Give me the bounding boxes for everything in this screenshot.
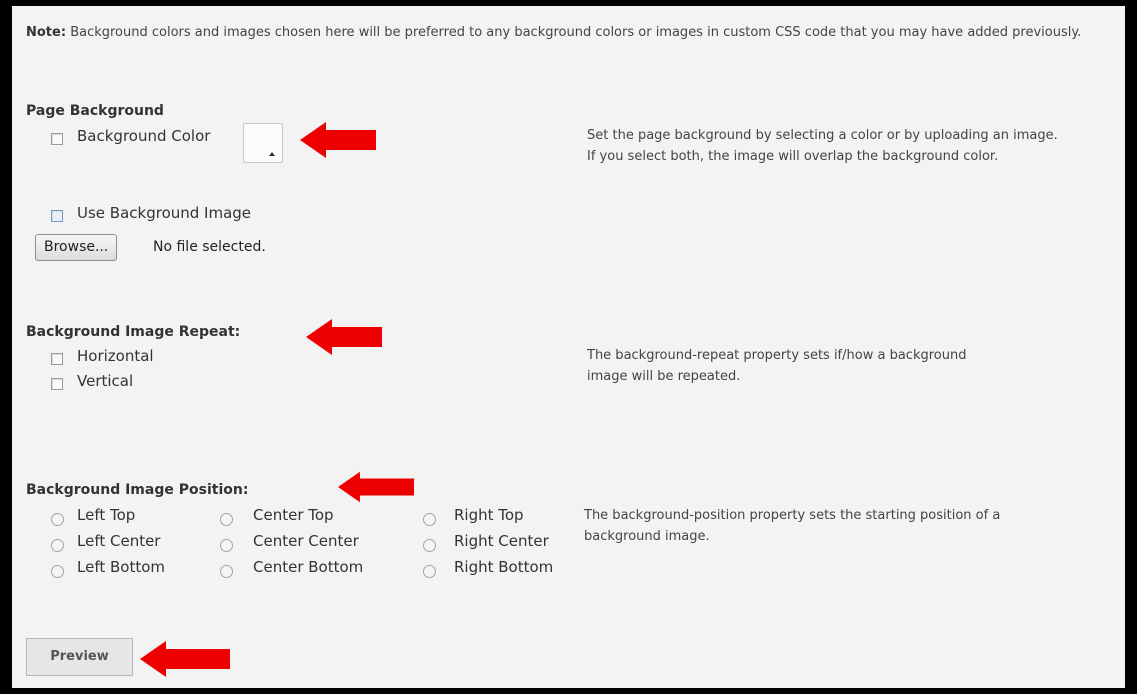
preview-button[interactable]: Preview xyxy=(26,638,133,676)
use-background-image-label: Use Background Image xyxy=(77,204,252,222)
position-right-center-label: Right Center xyxy=(454,532,549,550)
position-center-top-label: Center Top xyxy=(253,506,334,524)
position-left-top-radio[interactable] xyxy=(51,513,64,526)
page-background-heading: Page Background xyxy=(26,103,164,119)
red-arrow-icon xyxy=(338,471,414,503)
note-prefix: Note: xyxy=(26,25,67,40)
use-background-image-checkbox[interactable] xyxy=(51,210,63,222)
position-right-bottom-radio[interactable] xyxy=(423,565,436,578)
repeat-description: The background-repeat property sets if/h… xyxy=(587,348,967,384)
background-color-label: Background Color xyxy=(77,127,211,145)
position-description: The background-position property sets th… xyxy=(584,508,1001,544)
repeat-vertical-checkbox[interactable] xyxy=(51,378,63,390)
repeat-horizontal-label: Horizontal xyxy=(77,347,154,365)
repeat-heading: Background Image Repeat: xyxy=(26,324,241,340)
position-right-top-radio[interactable] xyxy=(423,513,436,526)
position-center-bottom-label: Center Bottom xyxy=(253,558,364,576)
page-background-description: Set the page background by selecting a c… xyxy=(587,128,1058,164)
color-picker-swatch[interactable] xyxy=(243,123,283,163)
position-left-top-label: Left Top xyxy=(77,506,136,524)
position-center-center-label: Center Center xyxy=(253,532,359,550)
note-body: Background colors and images chosen here… xyxy=(70,25,1082,40)
position-center-top-radio[interactable] xyxy=(220,513,233,526)
position-center-bottom-radio[interactable] xyxy=(220,565,233,578)
red-arrow-icon xyxy=(306,319,382,355)
position-right-bottom-label: Right Bottom xyxy=(454,558,554,576)
position-heading: Background Image Position: xyxy=(26,482,249,498)
position-right-top-label: Right Top xyxy=(454,506,524,524)
position-left-center-label: Left Center xyxy=(77,532,161,550)
color-picker-arrow-icon xyxy=(269,152,275,156)
red-arrow-icon xyxy=(140,641,230,677)
position-left-bottom-radio[interactable] xyxy=(51,565,64,578)
position-center-center-radio[interactable] xyxy=(220,539,233,552)
note-text: Note: Background colors and images chose… xyxy=(26,22,1111,43)
background-color-checkbox[interactable] xyxy=(51,133,63,145)
red-arrow-icon xyxy=(300,122,376,158)
browse-button[interactable]: Browse... xyxy=(35,234,118,261)
position-right-center-radio[interactable] xyxy=(423,539,436,552)
repeat-horizontal-checkbox[interactable] xyxy=(51,353,63,365)
repeat-vertical-label: Vertical xyxy=(77,372,134,390)
position-left-bottom-label: Left Bottom xyxy=(77,558,166,576)
position-left-center-radio[interactable] xyxy=(51,539,64,552)
file-status: No file selected. xyxy=(153,239,266,255)
